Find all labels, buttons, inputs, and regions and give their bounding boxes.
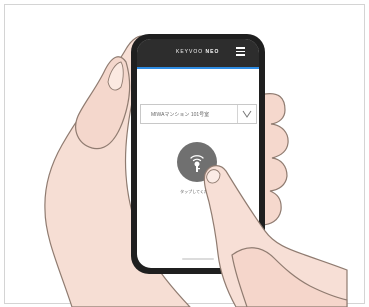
room-selector-value: MIWAマンション 101号室 [151,112,210,118]
unlock-button[interactable] [177,142,217,182]
menu-bar [236,47,245,49]
tap-instruction: タップしてください [180,189,216,194]
scene-frame: KEYVOO NEO MIWAマンション 101号室 タップしてください [0,0,369,307]
menu-bar [236,50,245,52]
room-selector[interactable]: MIWAマンション 101号室 [140,104,257,124]
hamburger-menu-icon[interactable] [236,47,246,57]
brand-logo: KEYVOO NEO [176,49,219,55]
app-header: KEYVOO NEO [137,39,259,69]
menu-bar [236,54,245,56]
home-indicator [182,258,214,260]
brand-prefix: KEYVOO [176,49,204,55]
chevron-down-icon [242,110,252,118]
smartphone: KEYVOO NEO MIWAマンション 101号室 タップしてください [131,34,265,274]
key-wireless-icon [190,155,204,172]
selector-divider [237,105,238,123]
app-screen: KEYVOO NEO MIWAマンション 101号室 タップしてください [137,39,259,268]
brand-suffix: NEO [205,49,220,55]
